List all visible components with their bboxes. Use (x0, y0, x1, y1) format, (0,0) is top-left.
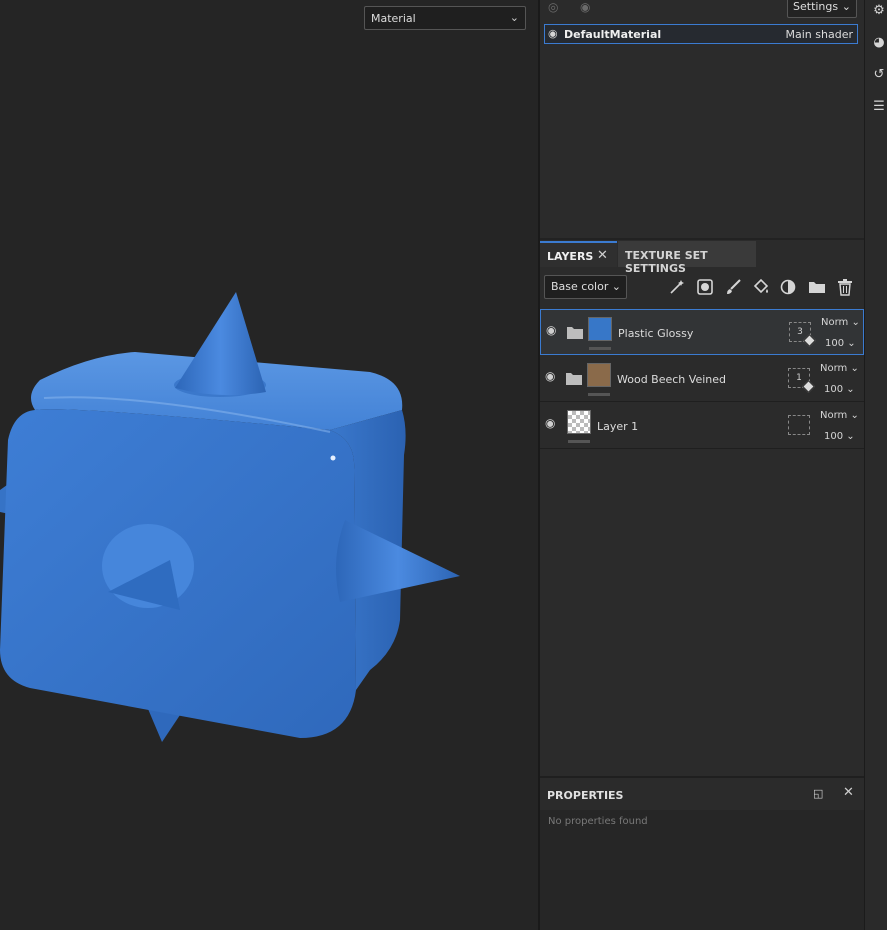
opacity-dropdown[interactable]: 100 ⌄ (825, 338, 856, 349)
opacity-dropdown[interactable]: 100 ⌄ (824, 384, 855, 395)
layer-name: Wood Beech Veined (617, 373, 726, 386)
tab-layers-label: LAYERS (547, 250, 594, 263)
channel-select-label: Base color (551, 280, 609, 293)
texture-set-row[interactable]: ◉ DefaultMaterial Main shader (544, 24, 858, 44)
effect-indicator-icon (803, 334, 816, 347)
panel-divider (540, 238, 864, 240)
blend-mode-dropdown[interactable]: Norm ⌄ (820, 410, 859, 421)
texture-set-settings-dropdown[interactable]: Settings ⌄ (787, 0, 857, 18)
folder-icon[interactable] (806, 276, 828, 298)
layer-thumbnail (567, 410, 591, 434)
log-icon[interactable]: ☰ (871, 98, 887, 114)
layer-row-layer-1[interactable]: ◉ Layer 1 Norm ⌄ 100 ⌄ (540, 403, 864, 449)
blend-mode-dropdown[interactable]: Norm ⌄ (820, 363, 859, 374)
viewport-mode-label: Material (371, 11, 416, 25)
layer-mask-slot[interactable] (788, 415, 810, 435)
folder-icon (566, 370, 582, 389)
chevron-down-icon: ⌄ (509, 11, 519, 24)
blend-mode-label: Norm (820, 363, 848, 374)
fill-bucket-icon[interactable] (750, 276, 772, 298)
chevron-down-icon: ⌄ (841, 0, 851, 13)
eye-icon[interactable]: ◉ (548, 27, 558, 40)
layers-tabbar: LAYERS ✕ TEXTURE SET SETTINGS (540, 241, 864, 275)
mask-count: 1 (796, 373, 802, 383)
spiked-cube-model (0, 292, 460, 742)
layer-thumbnail (587, 363, 611, 387)
layer-thumbnail (588, 317, 612, 341)
magic-wand-icon[interactable] (666, 276, 688, 298)
properties-title: PROPERTIES (547, 789, 624, 802)
paint-brush-icon[interactable] (722, 276, 744, 298)
tab-texture-set-settings-label: TEXTURE SET SETTINGS (625, 249, 708, 275)
viewport-mode-select[interactable]: Material ⌄ (364, 6, 526, 30)
layer-thumbnail-bar (589, 347, 611, 350)
layer-thumbnail-bar (568, 440, 590, 443)
opacity-value: 100 (824, 384, 844, 395)
settings-label: Settings (793, 0, 839, 13)
hide-all-icon[interactable]: ◎ (548, 0, 558, 14)
show-all-icon[interactable]: ◉ (580, 0, 590, 14)
eye-icon[interactable]: ◉ (546, 323, 556, 337)
right-panel: ◎ ◉ Settings ⌄ ◉ DefaultMaterial Main sh… (540, 0, 864, 930)
opacity-value: 100 (825, 338, 845, 349)
history-icon[interactable]: ↺ (871, 66, 887, 82)
texture-set-toolbar: ◎ ◉ Settings ⌄ (540, 0, 864, 20)
trash-icon[interactable] (834, 276, 856, 298)
mask-icon[interactable] (694, 276, 716, 298)
channel-select[interactable]: Base color ⌄ (544, 275, 627, 299)
properties-empty-message: No properties found (548, 816, 648, 827)
layer-name: Plastic Glossy (618, 327, 694, 340)
layer-name: Layer 1 (597, 420, 639, 433)
layer-row-plastic-glossy[interactable]: ◉ Plastic Glossy 3 Norm ⌄ 100 ⌄ (540, 309, 864, 355)
tab-layers[interactable]: LAYERS ✕ (540, 241, 617, 267)
blend-mode-label: Norm (820, 410, 848, 421)
tab-texture-set-settings[interactable]: TEXTURE SET SETTINGS (618, 241, 756, 275)
folder-icon (567, 324, 583, 343)
eye-icon[interactable]: ◉ (545, 369, 555, 383)
blend-mode-label: Norm (821, 317, 849, 328)
properties-body: No properties found (540, 810, 864, 930)
layer-thumbnail-bar (588, 393, 610, 396)
shelf-icon[interactable]: ◕ (871, 34, 887, 50)
chevron-down-icon: ⌄ (611, 280, 621, 293)
viewport-3d[interactable]: Material ⌄ (0, 0, 538, 930)
properties-header: PROPERTIES ◱ ✕ (540, 776, 864, 810)
texture-set-name: DefaultMaterial (564, 28, 662, 41)
mask-count: 3 (797, 327, 803, 337)
blend-mode-dropdown[interactable]: Norm ⌄ (821, 317, 860, 328)
layer-row-wood-beech-veined[interactable]: ◉ Wood Beech Veined 1 Norm ⌄ 100 ⌄ (540, 356, 864, 402)
texture-set-shader[interactable]: Main shader (786, 28, 853, 41)
pop-out-icon[interactable]: ◱ (813, 787, 823, 800)
smart-material-icon[interactable] (778, 276, 800, 298)
close-icon[interactable]: ✕ (597, 248, 608, 263)
layer-mask-slot[interactable]: 3 (789, 322, 816, 347)
eye-icon[interactable]: ◉ (545, 416, 555, 430)
opacity-dropdown[interactable]: 100 ⌄ (824, 431, 855, 442)
gear-icon[interactable]: ⚙ (871, 2, 887, 18)
opacity-value: 100 (824, 431, 844, 442)
close-icon[interactable]: ✕ (843, 785, 854, 800)
layer-mask-slot[interactable]: 1 (788, 368, 815, 393)
effect-indicator-icon (802, 380, 815, 393)
dock-icon-strip: ⚙ ◕ ↺ ☰ (864, 0, 887, 930)
